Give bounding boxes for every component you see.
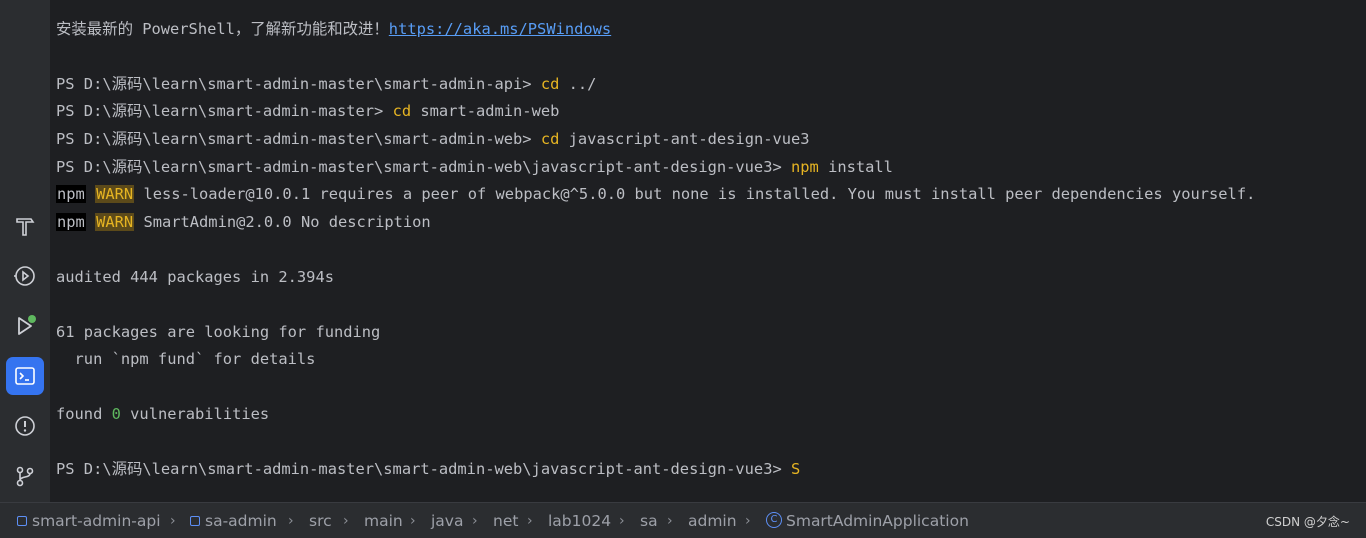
chevron-right-icon: › [667, 513, 673, 529]
powershell-promo-line: 安装最新的 PowerShell，了解新功能和改进！https://aka.ms… [56, 17, 611, 41]
terminal-line: PS D:\源码\learn\smart-admin-master\smart-… [56, 127, 810, 151]
chevron-right-icon: › [472, 513, 478, 529]
funding-hint-line: run `npm fund` for details [56, 350, 316, 368]
warn-text: less-loader@10.0.1 requires a peer of we… [134, 185, 1256, 203]
chevron-right-icon: › [170, 513, 176, 529]
module-icon [17, 515, 27, 526]
breadcrumb-item[interactable]: lab1024 [548, 511, 611, 531]
hammer-icon[interactable] [6, 207, 44, 245]
prompt-text: PS D:\源码\learn\smart-admin-master\smart-… [56, 158, 791, 176]
command-input[interactable]: S [791, 460, 800, 478]
run-icon[interactable] [6, 307, 44, 345]
npm-tag: npm [56, 185, 86, 203]
vulnerability-count: 0 [111, 405, 121, 423]
npm-warn-line: npm WARN SmartAdmin@2.0.0 No description [56, 210, 431, 234]
chevron-right-icon: › [619, 513, 625, 529]
command-args: smart-admin-web [411, 102, 560, 120]
prompt-text: PS D:\源码\learn\smart-admin-master> [56, 102, 393, 120]
breadcrumb-item[interactable]: C SmartAdminApplication [766, 511, 969, 531]
csdn-watermark: CSDN @夕念~ [1265, 515, 1350, 529]
chevron-right-icon: › [527, 513, 533, 529]
terminal-line: PS D:\源码\learn\smart-admin-master\smart-… [56, 155, 893, 179]
command-name: cd [540, 130, 560, 148]
promo-link[interactable]: https://aka.ms/PSWindows [389, 20, 611, 38]
audited-line: audited 444 packages in 2.394s [56, 268, 334, 286]
chevron-right-icon: › [745, 513, 751, 529]
chevron-right-icon: › [288, 513, 294, 529]
current-prompt-line[interactable]: PS D:\源码\learn\smart-admin-master\smart-… [56, 457, 800, 481]
chevron-right-icon: › [410, 513, 416, 529]
breadcrumb-item[interactable]: sa [640, 511, 658, 531]
module-icon [190, 515, 200, 526]
prompt-text: PS D:\源码\learn\smart-admin-master\smart-… [56, 460, 791, 478]
breadcrumb-item[interactable]: java [431, 511, 463, 531]
promo-text: 安装最新的 PowerShell，了解新功能和改进！ [56, 20, 389, 38]
navigation-bar: smart-admin-api › sa-admin › src › main … [0, 502, 1366, 538]
services-icon[interactable] [6, 257, 44, 295]
warn-badge: WARN [95, 213, 135, 231]
terminal-icon[interactable] [6, 357, 44, 395]
command-name: cd [540, 75, 560, 93]
npm-tag: npm [56, 213, 86, 231]
command-args: install [818, 158, 893, 176]
found-prefix: found [56, 405, 112, 423]
problems-icon[interactable] [6, 407, 44, 445]
chevron-right-icon: › [343, 513, 349, 529]
breadcrumb-item[interactable]: src [309, 511, 332, 531]
breadcrumb-item[interactable]: smart-admin-api [17, 511, 161, 531]
breadcrumb-item[interactable]: admin [688, 511, 737, 531]
command-name: cd [392, 102, 412, 120]
command-args: ../ [559, 75, 597, 93]
git-icon[interactable] [6, 457, 44, 495]
vulnerabilities-line: found 0 vulnerabilities [56, 402, 269, 426]
spring-boot-class-icon: C [766, 511, 782, 528]
warn-text: SmartAdmin@2.0.0 No description [134, 213, 431, 231]
command-args: javascript-ant-design-vue3 [559, 130, 810, 148]
breadcrumb-item[interactable]: main [364, 511, 403, 531]
tool-window-sidebar [0, 0, 50, 502]
npm-warn-line: npm WARN less-loader@10.0.1 requires a p… [56, 182, 1255, 206]
terminal-panel[interactable]: 安装最新的 PowerShell，了解新功能和改进！https://aka.ms… [50, 0, 1366, 502]
found-suffix: vulnerabilities [120, 405, 270, 423]
prompt-text: PS D:\源码\learn\smart-admin-master\smart-… [56, 75, 541, 93]
command-name: npm [791, 158, 819, 176]
terminal-line: PS D:\源码\learn\smart-admin-master\smart-… [56, 72, 596, 96]
funding-line: 61 packages are looking for funding [56, 323, 381, 341]
breadcrumb-item[interactable]: net [493, 511, 518, 531]
prompt-text: PS D:\源码\learn\smart-admin-master\smart-… [56, 130, 541, 148]
breadcrumb-item[interactable]: sa-admin [190, 511, 277, 531]
warn-badge: WARN [95, 185, 135, 203]
terminal-line: PS D:\源码\learn\smart-admin-master> cd sm… [56, 99, 559, 123]
